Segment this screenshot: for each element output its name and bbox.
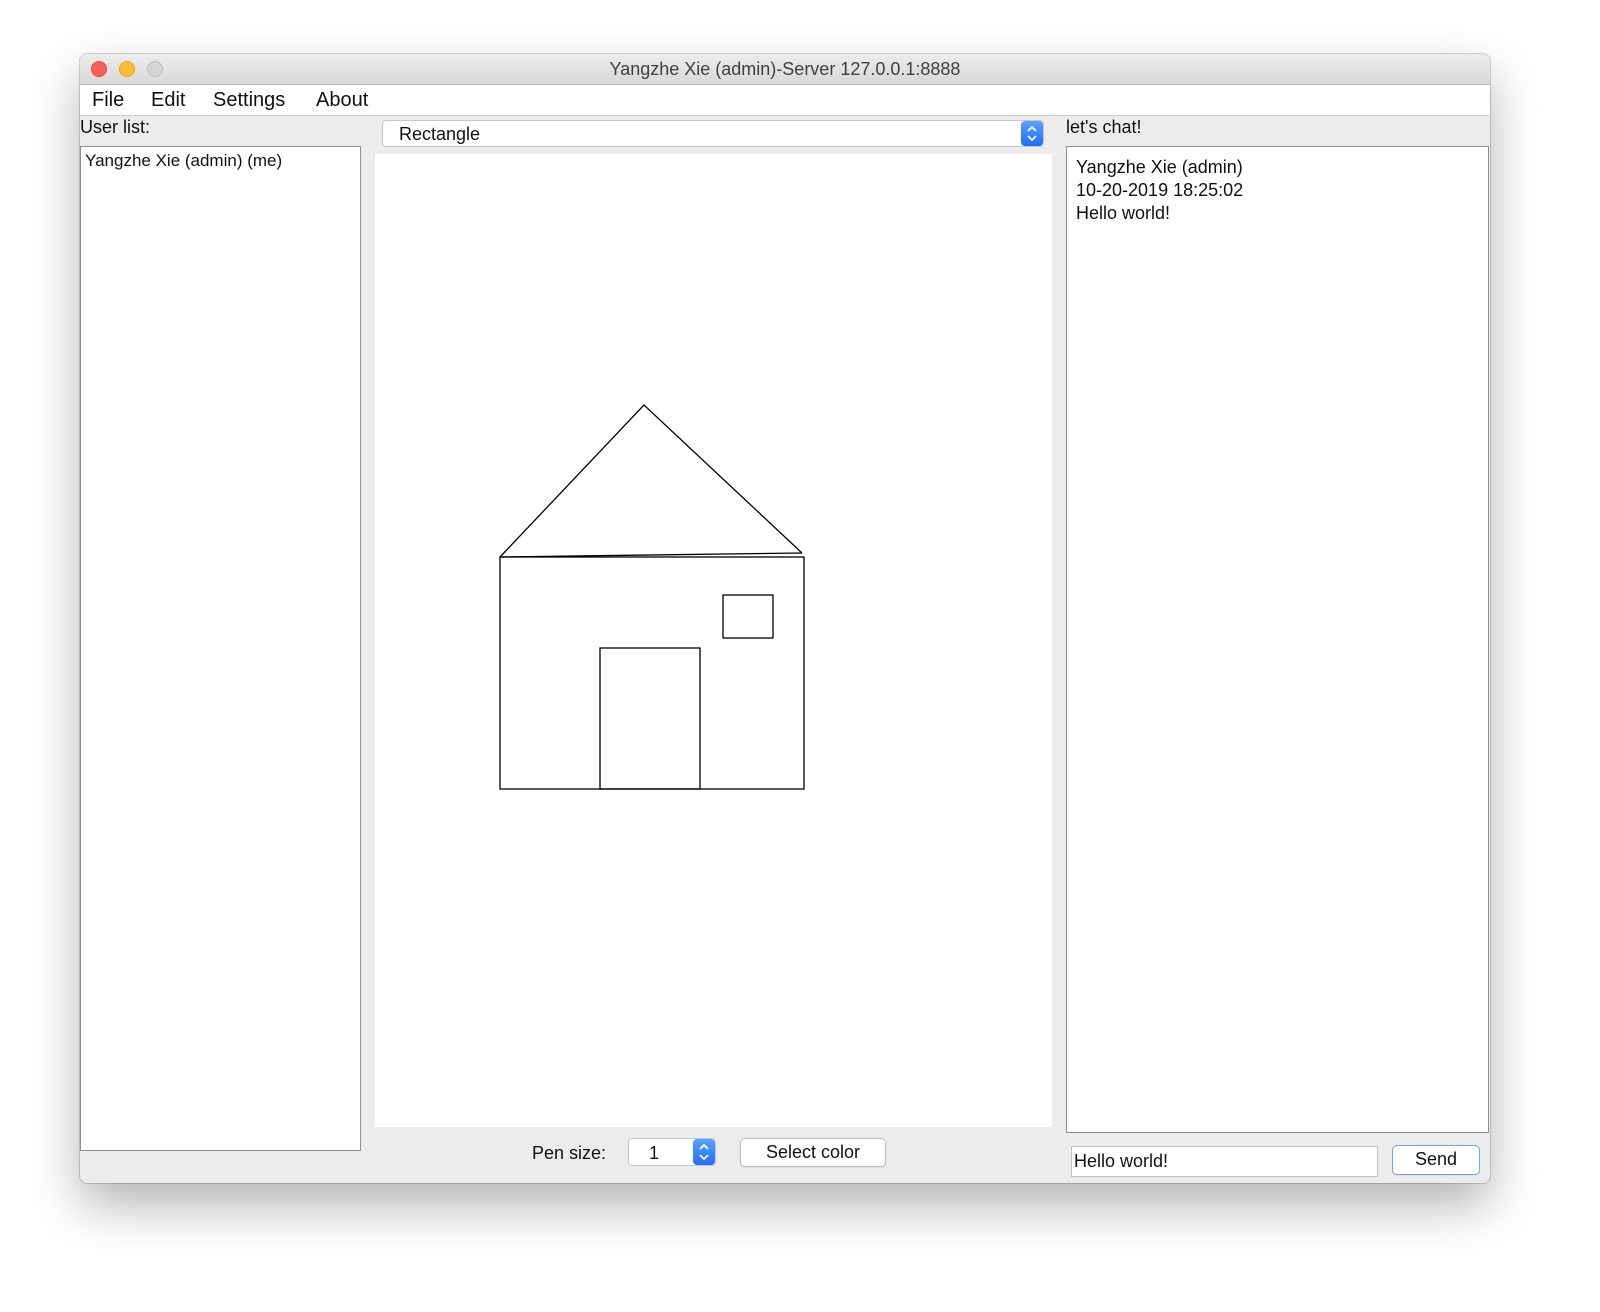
roof-shape — [499, 404, 803, 558]
user-list[interactable]: Yangzhe Xie (admin) (me) — [80, 146, 361, 1151]
chat-log[interactable]: Yangzhe Xie (admin) 10-20-2019 18:25:02 … — [1066, 146, 1489, 1133]
chat-message-input[interactable] — [1071, 1146, 1378, 1177]
menu-settings[interactable]: Settings — [213, 89, 285, 112]
shape-selected-value: Rectangle — [399, 124, 481, 144]
dropdown-chevron-icon[interactable] — [1021, 121, 1043, 146]
pen-size-selector[interactable]: 1 — [628, 1138, 716, 1166]
user-list-label: User list: — [80, 117, 151, 137]
pen-size-value: 1 — [649, 1143, 660, 1163]
user-list-item[interactable]: Yangzhe Xie (admin) (me) — [85, 151, 282, 171]
shape-selector[interactable]: Rectangle — [382, 120, 1044, 147]
chat-message-text: Hello world! — [1076, 203, 1171, 223]
menu-edit[interactable]: Edit — [151, 89, 185, 112]
chat-message-time: 10-20-2019 18:25:02 — [1076, 180, 1244, 200]
chat-label: let's chat! — [1066, 117, 1142, 137]
select-color-button[interactable]: Select color — [740, 1138, 886, 1167]
window-rect — [722, 594, 774, 639]
door-rect — [599, 647, 701, 790]
chat-message-sender: Yangzhe Xie (admin) — [1076, 157, 1243, 177]
menu-bar: File Edit Settings About — [80, 85, 1490, 116]
send-button[interactable]: Send — [1392, 1145, 1480, 1175]
drawing-canvas[interactable] — [375, 154, 1052, 1127]
title-bar[interactable]: Yangzhe Xie (admin)-Server 127.0.0.1:888… — [80, 54, 1490, 85]
menu-file[interactable]: File — [92, 89, 124, 112]
menu-about[interactable]: About — [316, 89, 368, 112]
house-body-rect — [499, 556, 805, 790]
app-window: Yangzhe Xie (admin)-Server 127.0.0.1:888… — [80, 54, 1490, 1183]
window-title: Yangzhe Xie (admin)-Server 127.0.0.1:888… — [609, 59, 961, 79]
pen-size-label: Pen size: — [532, 1143, 607, 1163]
pen-size-chevron-icon[interactable] — [693, 1139, 715, 1165]
